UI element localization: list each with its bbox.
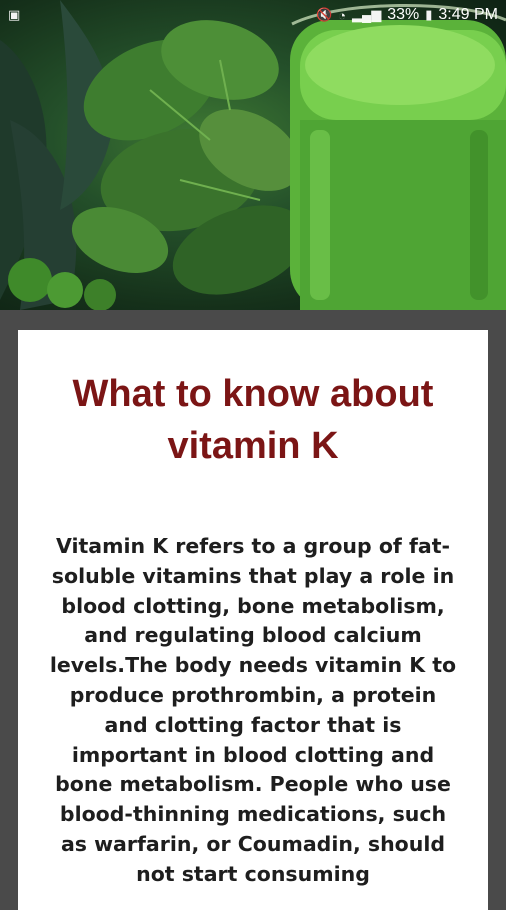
article-title: What to know about vitamin K — [72, 373, 434, 467]
clock: 3:49 PM — [438, 6, 498, 23]
article-card: What to know about vitamin K Vitamin K r… — [18, 330, 488, 910]
battery-percent: 33% — [387, 6, 420, 23]
gallery-notification-icon: ▣ — [8, 7, 21, 22]
greens-juice-illustration — [0, 0, 506, 310]
status-bar: ▣ 🔇 ◔ ▂▄▆ 33% ▮ 3:49 PM — [0, 0, 506, 30]
article-body: Vitamin K refers to a group of fat-solub… — [49, 534, 457, 886]
wifi-icon: ◔ — [338, 7, 346, 23]
mute-icon: 🔇 — [315, 7, 333, 22]
battery-icon: ▮ — [425, 7, 433, 22]
signal-icon: ▂▄▆ — [352, 7, 382, 22]
hero-image — [0, 0, 506, 310]
